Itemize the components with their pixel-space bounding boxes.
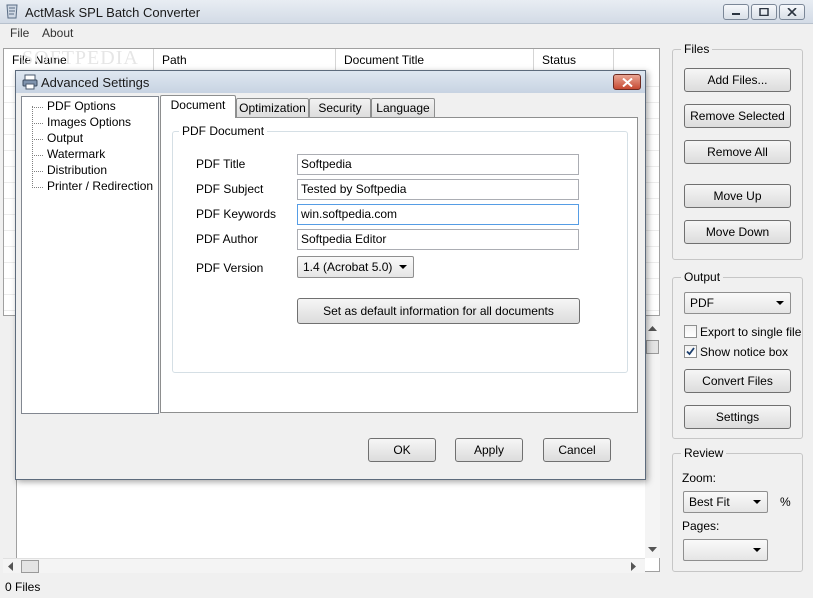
pdf-version-select[interactable]: 1.4 (Acrobat 5.0)	[297, 256, 414, 278]
tree-item-pdf-options[interactable]: PDF Options	[32, 99, 116, 113]
pdf-document-group: PDF Document PDF Title Softpedia PDF Sub…	[172, 124, 628, 373]
tree-item-images-options[interactable]: Images Options	[32, 115, 131, 129]
close-icon	[787, 8, 797, 16]
pdf-title-label: PDF Title	[196, 157, 246, 171]
move-down-button[interactable]: Move Down	[684, 220, 791, 244]
convert-files-button[interactable]: Convert Files	[684, 369, 791, 393]
column-document-title[interactable]: Document Title	[336, 49, 534, 71]
tree-item-watermark[interactable]: Watermark	[32, 147, 105, 161]
minimize-button[interactable]	[723, 4, 749, 20]
scroll-up-icon[interactable]	[648, 326, 657, 332]
maximize-button[interactable]	[751, 4, 777, 20]
pdf-author-label: PDF Author	[196, 232, 259, 246]
tree-item-output[interactable]: Output	[32, 131, 83, 145]
close-button[interactable]	[779, 4, 805, 20]
output-group: Output PDF Export to single file Show no…	[672, 270, 803, 439]
chevron-down-icon	[753, 500, 761, 504]
show-notice-checkbox[interactable]	[684, 345, 697, 358]
column-status[interactable]: Status	[534, 49, 614, 71]
review-group: Review Zoom: Best Fit % Pages:	[672, 446, 803, 572]
apply-button[interactable]: Apply	[455, 438, 523, 462]
show-notice-label: Show notice box	[700, 345, 789, 359]
chevron-down-icon	[399, 265, 407, 269]
ok-button[interactable]: OK	[368, 438, 436, 462]
set-default-info-button[interactable]: Set as default information for all docum…	[297, 298, 580, 324]
pdf-version-value: 1.4 (Acrobat 5.0)	[303, 260, 393, 274]
pdf-keywords-field[interactable]: win.softpedia.com	[297, 204, 579, 225]
column-path[interactable]: Path	[154, 49, 336, 71]
move-up-button[interactable]: Move Up	[684, 184, 791, 208]
tree-item-printer-redirection[interactable]: Printer / Redirection	[32, 179, 153, 193]
scroll-left-icon[interactable]	[8, 562, 14, 571]
scroll-down-icon[interactable]	[648, 547, 657, 553]
remove-all-button[interactable]: Remove All	[684, 140, 791, 164]
tree-item-distribution[interactable]: Distribution	[32, 163, 107, 177]
pdf-subject-label: PDF Subject	[196, 182, 264, 196]
menu-about[interactable]: About	[42, 26, 73, 40]
pdf-author-field[interactable]: Softpedia Editor	[297, 229, 579, 250]
tab-document[interactable]: Document	[160, 95, 236, 118]
output-format-select[interactable]: PDF	[684, 292, 791, 314]
maximize-icon	[759, 8, 769, 16]
checkmark-icon	[686, 347, 695, 356]
dialog-close-button[interactable]	[613, 74, 641, 90]
close-icon	[622, 78, 633, 87]
zoom-label: Zoom:	[682, 471, 717, 485]
pdf-title-field[interactable]: Softpedia	[297, 154, 579, 175]
files-group-label: Files	[681, 42, 713, 56]
settings-button[interactable]: Settings	[684, 405, 791, 429]
tab-security[interactable]: Security	[309, 98, 371, 118]
remove-selected-button[interactable]: Remove Selected	[684, 104, 791, 128]
pages-label: Pages:	[682, 519, 720, 533]
output-format-value: PDF	[690, 296, 714, 310]
pages-select[interactable]	[683, 539, 768, 561]
review-group-label: Review	[681, 446, 727, 460]
cancel-button[interactable]: Cancel	[543, 438, 611, 462]
files-group: Files Add Files... Remove Selected Remov…	[672, 42, 803, 260]
pdf-version-label: PDF Version	[196, 261, 264, 275]
pdf-keywords-label: PDF Keywords	[196, 207, 277, 221]
advanced-settings-dialog: Advanced Settings PDF Options Images Opt…	[15, 70, 646, 480]
output-group-label: Output	[681, 270, 724, 284]
options-tree[interactable]: PDF Options Images Options Output Waterm…	[21, 96, 159, 414]
zoom-value: Best Fit	[689, 495, 730, 509]
vertical-scroll-thumb[interactable]	[646, 340, 659, 354]
document-tab-panel: PDF Document PDF Title Softpedia PDF Sub…	[160, 117, 638, 413]
tab-optimization[interactable]: Optimization	[236, 98, 309, 118]
printer-icon	[22, 74, 38, 90]
title-bar: ActMask SPL Batch Converter	[0, 0, 813, 24]
pdf-document-group-label: PDF Document	[179, 124, 268, 138]
menu-file[interactable]: File	[10, 26, 29, 40]
softpedia-watermark: SOFTPEDIA	[22, 47, 139, 69]
pdf-subject-field[interactable]: Tested by Softpedia	[297, 179, 579, 200]
status-text: 0 Files	[5, 580, 41, 594]
zoom-unit: %	[780, 495, 791, 509]
menu-bar: File About	[0, 24, 813, 43]
zoom-select[interactable]: Best Fit	[683, 491, 768, 513]
tab-language[interactable]: Language	[371, 98, 435, 118]
window-title: ActMask SPL Batch Converter	[25, 5, 201, 20]
dialog-title: Advanced Settings	[41, 75, 150, 90]
horizontal-scroll-thumb[interactable]	[21, 560, 39, 573]
chevron-down-icon	[776, 301, 784, 305]
horizontal-scrollbar[interactable]	[3, 558, 645, 573]
app-icon	[5, 4, 19, 19]
export-single-checkbox[interactable]	[684, 325, 697, 338]
export-single-label: Export to single file	[700, 325, 802, 339]
minimize-icon	[732, 13, 740, 15]
vertical-scrollbar[interactable]	[645, 320, 660, 558]
scroll-right-icon[interactable]	[631, 562, 637, 571]
dialog-title-bar: Advanced Settings	[16, 71, 645, 93]
chevron-down-icon	[753, 548, 761, 552]
add-files-button[interactable]: Add Files...	[684, 68, 791, 92]
